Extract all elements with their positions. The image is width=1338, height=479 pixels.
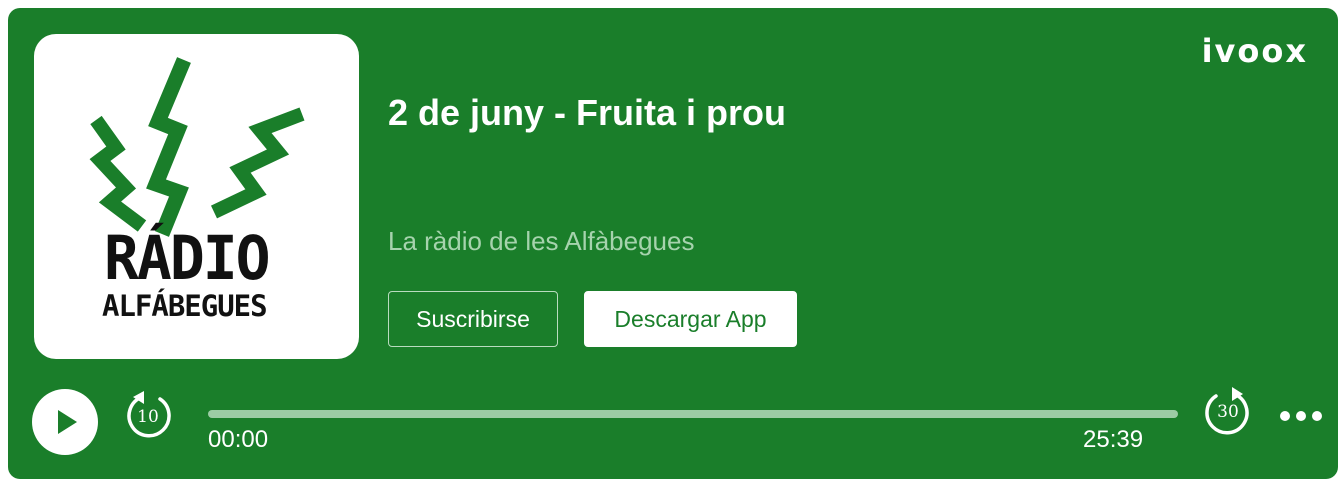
more-options-icon <box>1280 411 1290 421</box>
progress-bar[interactable] <box>208 410 1178 418</box>
play-icon <box>58 410 77 434</box>
skip-back-seconds: 10 <box>137 407 159 427</box>
subscribe-button[interactable]: Suscribirse <box>388 291 558 347</box>
skip-forward-button[interactable]: 30 <box>1200 384 1256 440</box>
cover-subtitle: ALFÁBEGUES <box>102 289 268 323</box>
play-button[interactable] <box>32 389 98 455</box>
episode-title[interactable]: 2 de juny - Fruita i prou <box>388 92 786 134</box>
podcast-player: RÁDIO ALFÁBEGUES ivoox 2 de juny - Fruit… <box>8 8 1338 479</box>
skip-forward-seconds: 30 <box>1217 402 1239 422</box>
more-options-icon <box>1296 411 1306 421</box>
ivoox-logo[interactable]: ivoox <box>1202 32 1308 70</box>
show-name[interactable]: La ràdio de les Alfàbegues <box>388 226 694 257</box>
skip-back-button[interactable]: 10 <box>120 389 176 445</box>
podcast-cover: RÁDIO ALFÁBEGUES <box>34 34 359 359</box>
download-app-button[interactable]: Descargar App <box>584 291 797 347</box>
current-time: 00:00 <box>208 426 269 453</box>
cover-title: RÁDIO <box>104 222 271 294</box>
more-options-icon <box>1312 411 1322 421</box>
total-time: 25:39 <box>1083 426 1144 453</box>
more-options-button[interactable] <box>1278 401 1332 431</box>
